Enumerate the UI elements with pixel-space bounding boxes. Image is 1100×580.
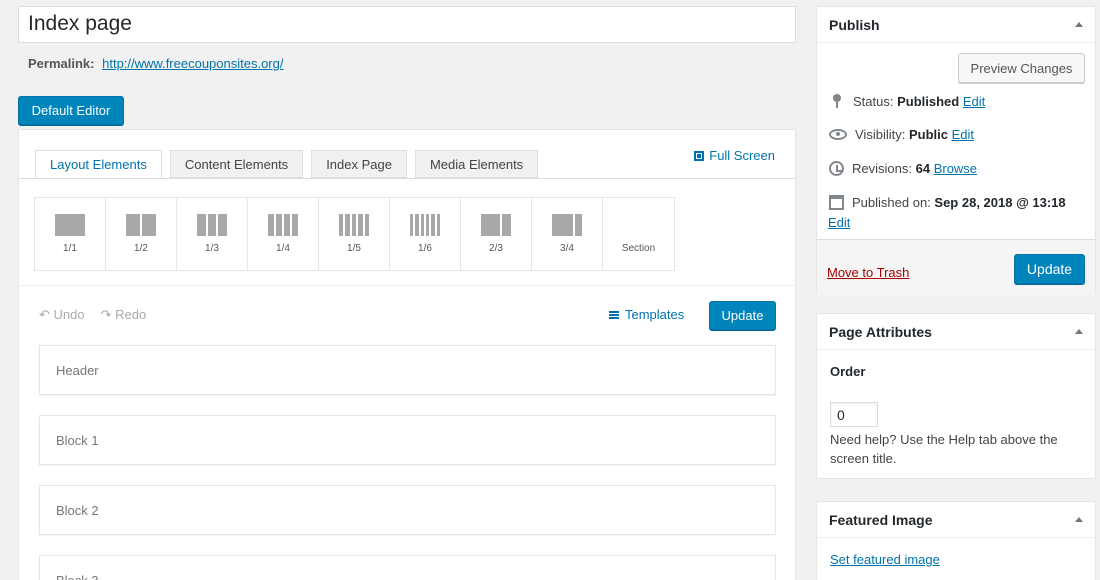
layout-element-label: 1/5 [347, 243, 361, 254]
publish-title: Publish [829, 16, 880, 33]
layout-element-col[interactable]: 2/3 [461, 198, 532, 270]
move-to-trash-link[interactable]: Move to Trash [827, 265, 909, 280]
eye-icon [829, 129, 847, 140]
featured-image-box: Featured Image Set featured image [816, 501, 1096, 580]
templates-icon [609, 310, 619, 319]
visibility-row: Visibility: Public Edit [829, 127, 974, 142]
publish-actions: Move to Trash Update [817, 239, 1095, 297]
layout-element-col[interactable]: 1/4 [248, 198, 319, 270]
layout-elements-grid: 1/1 1/2 1/3 1/4 1/5 1/6 2/3 3/4 Section [34, 197, 675, 271]
layout-element-col[interactable]: 1/1 [35, 198, 106, 270]
publish-box: Publish Preview Changes Status: Publishe… [816, 6, 1096, 297]
tab-divider [19, 178, 795, 179]
column-layout-icon [197, 214, 227, 236]
block-header[interactable]: Header [39, 345, 776, 395]
layout-element-col[interactable]: 3/4 [532, 198, 603, 270]
column-layout-icon [268, 214, 298, 236]
builder-update-button[interactable]: Update [709, 301, 776, 330]
status-value: Published [897, 93, 960, 109]
featured-image-title: Featured Image [829, 511, 933, 528]
layout-element-label: 1/2 [134, 243, 148, 254]
post-title-input[interactable]: Index page [18, 6, 796, 43]
revisions-browse-link[interactable]: Browse [934, 161, 977, 176]
templates-button[interactable]: Templates [609, 307, 684, 322]
builder-tabs: Layout Elements Content Elements Index P… [35, 150, 546, 178]
default-editor-button[interactable]: Default Editor [18, 96, 124, 125]
publish-update-button[interactable]: Update [1014, 254, 1085, 284]
featured-image-header[interactable]: Featured Image [817, 502, 1095, 538]
set-featured-image-link[interactable]: Set featured image [830, 552, 940, 567]
layout-element-label: Section [621, 243, 656, 254]
column-layout-icon [339, 214, 369, 236]
permalink-url[interactable]: http://www.freecouponsites.org/ [102, 56, 283, 71]
full-screen-label: Full Screen [709, 148, 775, 163]
revisions-icon [829, 161, 844, 176]
order-label: Order [830, 364, 866, 379]
column-layout-icon [481, 214, 511, 236]
permalink-label: Permalink: [28, 56, 95, 71]
permalink: Permalink: http://www.freecouponsites.or… [28, 56, 283, 71]
published-date: Sep 28, 2018 @ 13:18 [934, 195, 1066, 210]
revisions-count: 64 [915, 161, 931, 176]
status-row: Status: Published Edit [829, 93, 985, 109]
tab-media-elements[interactable]: Media Elements [414, 150, 539, 178]
tab-content-elements[interactable]: Content Elements [169, 150, 304, 178]
page-attributes-title: Page Attributes [829, 323, 932, 340]
block-1[interactable]: Block 1 [39, 415, 776, 465]
column-layout-icon [552, 214, 582, 236]
page-attributes-header[interactable]: Page Attributes [817, 314, 1095, 350]
layout-element-label: 1/1 [63, 243, 77, 254]
templates-label: Templates [625, 307, 685, 322]
visibility-label: Visibility: [855, 127, 906, 142]
layout-element-col[interactable]: 1/5 [319, 198, 390, 270]
tab-layout-elements[interactable]: Layout Elements [35, 150, 162, 178]
published-edit-link[interactable]: Edit [828, 215, 850, 230]
layout-element-section[interactable]: Section [603, 198, 674, 270]
published-label: Published on: [852, 195, 931, 210]
page-attributes-box: Page Attributes Order 0 Need help? Use t… [816, 313, 1096, 479]
redo-button[interactable]: ↷ Redo [101, 307, 147, 323]
block-3[interactable]: Block 3 [39, 555, 776, 580]
preview-changes-button[interactable]: Preview Changes [958, 53, 1085, 83]
calendar-icon [829, 195, 844, 210]
published-on-row: Published on: Sep 28, 2018 @ 13:18 [829, 195, 1066, 210]
block-2[interactable]: Block 2 [39, 485, 776, 535]
layout-element-label: 1/4 [276, 243, 290, 254]
layout-element-label: 2/3 [489, 243, 503, 254]
fullscreen-icon [694, 150, 705, 161]
full-screen-button[interactable]: Full Screen [694, 148, 775, 163]
page-builder-panel: Layout Elements Content Elements Index P… [18, 129, 796, 580]
collapse-icon[interactable] [1075, 22, 1083, 27]
revisions-label: Revisions: [852, 161, 912, 176]
layout-element-col[interactable]: 1/6 [390, 198, 461, 270]
pin-icon [829, 93, 845, 109]
status-label: Status: [853, 93, 894, 109]
layout-element-label: 1/6 [418, 243, 432, 254]
undo-button[interactable]: ↶ Undo [39, 307, 85, 323]
page-attributes-help: Need help? Use the Help tab above the sc… [830, 432, 1058, 466]
tab-index-page[interactable]: Index Page [311, 150, 407, 178]
layout-element-label: 3/4 [560, 243, 574, 254]
visibility-edit-link[interactable]: Edit [952, 127, 974, 142]
divider [19, 285, 795, 286]
column-layout-icon [55, 214, 85, 236]
collapse-icon[interactable] [1075, 517, 1083, 522]
layout-element-col[interactable]: 1/3 [177, 198, 248, 270]
undo-redo: ↶ Undo ↷ Redo [39, 307, 146, 323]
revisions-row: Revisions: 64 Browse [829, 161, 977, 176]
publish-header[interactable]: Publish [817, 7, 1095, 43]
order-input[interactable]: 0 [830, 402, 878, 427]
column-layout-icon [410, 214, 440, 236]
layout-element-col[interactable]: 1/2 [106, 198, 177, 270]
column-layout-icon [126, 214, 156, 236]
collapse-icon[interactable] [1075, 329, 1083, 334]
status-edit-link[interactable]: Edit [963, 94, 985, 109]
visibility-value: Public [908, 127, 948, 142]
layout-element-label: 1/3 [205, 243, 219, 254]
